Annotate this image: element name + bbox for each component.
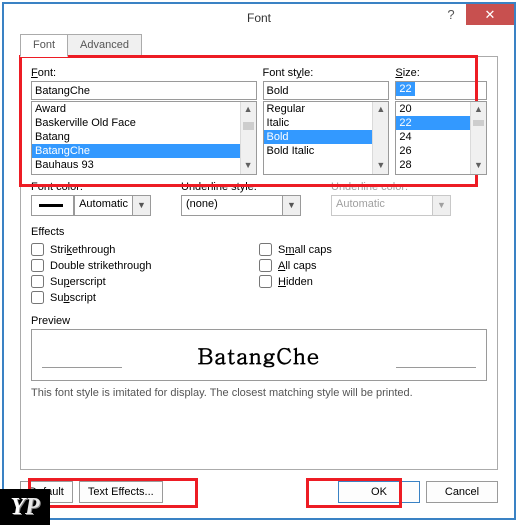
chevron-down-icon[interactable]: ▼ xyxy=(283,195,301,216)
preview-box: BatangChe xyxy=(31,329,487,381)
list-item[interactable]: Batang xyxy=(32,130,256,144)
scrollbar[interactable]: ▲ ▼ xyxy=(470,102,486,174)
font-input[interactable] xyxy=(31,81,257,100)
scroll-down-icon[interactable]: ▼ xyxy=(241,158,256,174)
underline-color-label: Underline color: xyxy=(331,181,451,193)
style-listbox[interactable]: RegularItalicBoldBold Italic ▲ ▼ xyxy=(263,101,390,175)
scrollbar[interactable]: ▲ ▼ xyxy=(240,102,256,174)
list-item[interactable]: Award xyxy=(32,102,256,116)
size-label: Size: xyxy=(395,67,487,79)
font-color-label: Font color: xyxy=(31,181,151,193)
list-item[interactable]: Bauhaus 93 xyxy=(32,158,256,172)
underline-style-combo[interactable]: (none) ▼ xyxy=(181,195,301,216)
style-input[interactable] xyxy=(263,81,390,100)
scrollbar[interactable]: ▲ ▼ xyxy=(372,102,388,174)
all-caps-checkbox[interactable]: All caps xyxy=(259,259,487,272)
close-button[interactable]: ✕ xyxy=(466,4,514,25)
tab-panel-font: Font: AwardBaskerville Old FaceBatangBat… xyxy=(20,56,498,470)
tab-strip: Font Advanced xyxy=(20,34,514,57)
underline-color-combo: Automatic ▼ xyxy=(331,195,451,216)
cancel-button[interactable]: Cancel xyxy=(426,481,498,503)
size-listbox[interactable]: 2022242628 ▲ ▼ xyxy=(395,101,487,175)
subscript-checkbox[interactable]: Subscript xyxy=(31,291,259,304)
chevron-down-icon[interactable]: ▼ xyxy=(133,195,151,216)
ok-button[interactable]: OK xyxy=(338,481,420,503)
list-item[interactable]: Baskerville Old Face xyxy=(32,116,256,130)
list-item[interactable]: BatangChe xyxy=(32,144,256,158)
list-item[interactable]: Bold Italic xyxy=(264,144,389,158)
strikethrough-checkbox[interactable]: Strikethrough xyxy=(31,243,259,256)
list-item[interactable]: Regular xyxy=(264,102,389,116)
tab-font[interactable]: Font xyxy=(20,34,68,57)
scroll-up-icon[interactable]: ▲ xyxy=(373,102,388,118)
font-color-combo[interactable]: Automatic ▼ xyxy=(31,195,151,216)
tab-advanced[interactable]: Advanced xyxy=(67,34,142,57)
effects-group: Effects Strikethrough Double strikethrou… xyxy=(31,226,487,307)
preview-text: BatangChe xyxy=(198,340,321,371)
chevron-down-icon: ▼ xyxy=(433,195,451,216)
hidden-checkbox[interactable]: Hidden xyxy=(259,275,487,288)
watermark-logo: YP xyxy=(0,489,50,525)
scroll-up-icon[interactable]: ▲ xyxy=(241,102,256,118)
color-swatch-icon xyxy=(39,204,63,207)
scroll-up-icon[interactable]: ▲ xyxy=(471,102,486,118)
font-label: Font: xyxy=(31,67,257,79)
preview-label: Preview xyxy=(31,315,487,327)
small-caps-checkbox[interactable]: Small caps xyxy=(259,243,487,256)
list-item[interactable]: Italic xyxy=(264,116,389,130)
title-bar: Font ? ✕ xyxy=(4,4,514,32)
style-label: Font style: xyxy=(263,67,390,79)
scroll-down-icon[interactable]: ▼ xyxy=(471,158,486,174)
size-input[interactable]: 22 xyxy=(395,81,487,100)
double-strikethrough-checkbox[interactable]: Double strikethrough xyxy=(31,259,259,272)
preview-note: This font style is imitated for display.… xyxy=(31,387,487,399)
underline-style-label: Underline style: xyxy=(181,181,301,193)
superscript-checkbox[interactable]: Superscript xyxy=(31,275,259,288)
list-item[interactable]: Bold xyxy=(264,130,389,144)
scroll-down-icon[interactable]: ▼ xyxy=(373,158,388,174)
text-effects-button[interactable]: Text Effects... xyxy=(79,481,163,503)
help-button[interactable]: ? xyxy=(436,4,466,25)
font-listbox[interactable]: AwardBaskerville Old FaceBatangBatangChe… xyxy=(31,101,257,175)
effects-label: Effects xyxy=(31,226,487,238)
